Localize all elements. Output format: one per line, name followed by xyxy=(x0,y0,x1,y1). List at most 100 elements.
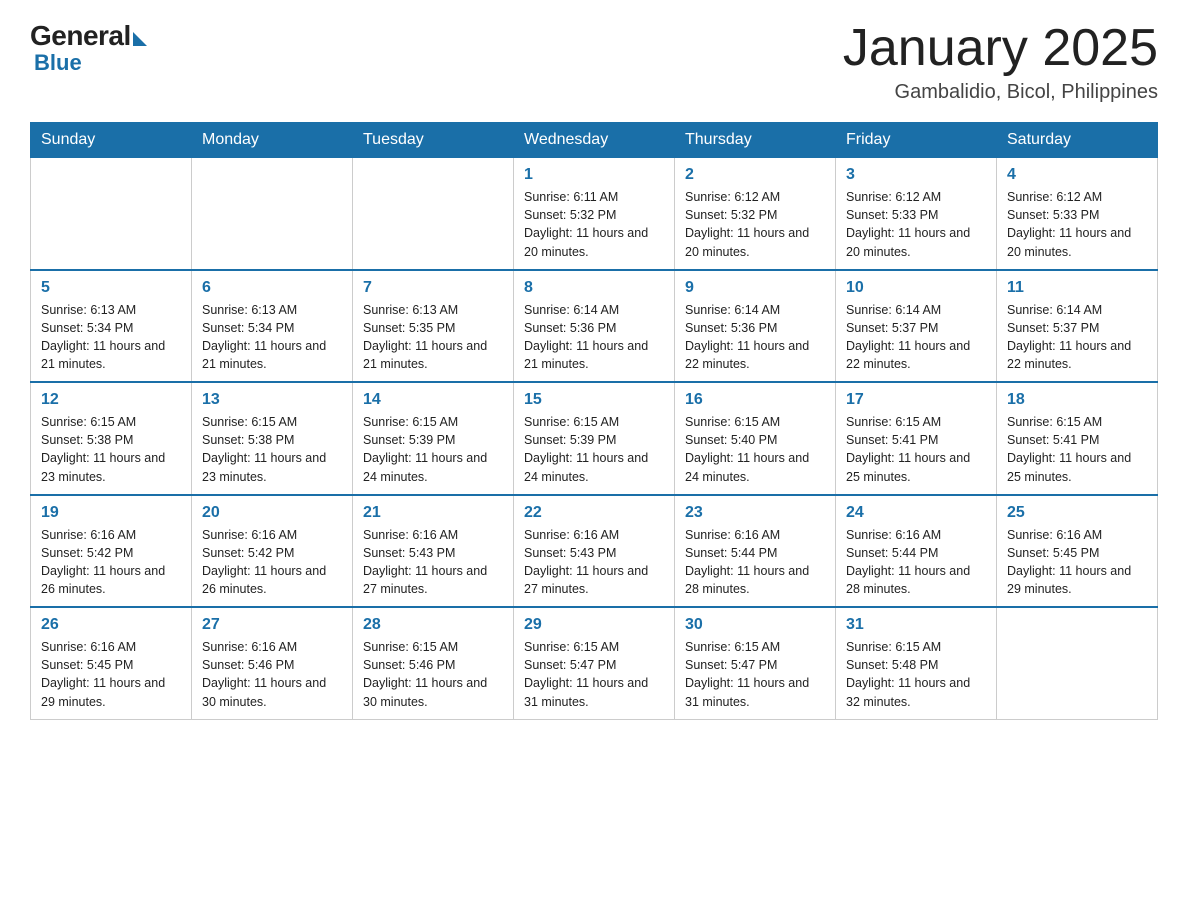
day-number: 8 xyxy=(524,279,664,297)
location: Gambalidio, Bicol, Philippines xyxy=(843,81,1158,104)
day-number: 26 xyxy=(41,616,181,634)
calendar-cell: 23 Sunrise: 6:16 AMSunset: 5:44 PMDayligh… xyxy=(675,495,836,608)
day-info: Sunrise: 6:15 AMSunset: 5:48 PMDaylight:… xyxy=(846,638,986,711)
logo-blue-text: Blue xyxy=(34,50,82,76)
calendar-header-friday: Friday xyxy=(836,123,997,158)
calendar-cell: 2 Sunrise: 6:12 AMSunset: 5:32 PMDaylight… xyxy=(675,158,836,270)
day-info: Sunrise: 6:15 AMSunset: 5:41 PMDaylight:… xyxy=(846,413,986,486)
day-number: 7 xyxy=(363,279,503,297)
day-number: 12 xyxy=(41,391,181,409)
day-info: Sunrise: 6:16 AMSunset: 5:44 PMDaylight:… xyxy=(685,526,825,599)
calendar-table: SundayMondayTuesdayWednesdayThursdayFrid… xyxy=(30,122,1158,720)
calendar-week-row: 1Sunrise: 6:11 AMSunset: 5:32 PMDaylight… xyxy=(31,158,1158,270)
calendar-week-row: 19 Sunrise: 6:16 AMSunset: 5:42 PMDayligh… xyxy=(31,495,1158,608)
day-info: Sunrise: 6:12 AMSunset: 5:33 PMDaylight:… xyxy=(846,188,986,261)
day-number: 9 xyxy=(685,279,825,297)
day-number: 3 xyxy=(846,166,986,184)
logo-triangle-icon xyxy=(133,32,147,46)
day-number: 18 xyxy=(1007,391,1147,409)
day-info: Sunrise: 6:15 AMSunset: 5:38 PMDaylight:… xyxy=(41,413,181,486)
day-number: 20 xyxy=(202,504,342,522)
calendar-cell: 4 Sunrise: 6:12 AMSunset: 5:33 PMDaylight… xyxy=(997,158,1158,270)
calendar-cell xyxy=(31,158,192,270)
day-number: 17 xyxy=(846,391,986,409)
day-info: Sunrise: 6:14 AMSunset: 5:37 PMDaylight:… xyxy=(846,301,986,374)
day-info: Sunrise: 6:13 AMSunset: 5:34 PMDaylight:… xyxy=(41,301,181,374)
calendar-cell: 21 Sunrise: 6:16 AMSunset: 5:43 PMDayligh… xyxy=(353,495,514,608)
day-info: Sunrise: 6:16 AMSunset: 5:42 PMDaylight:… xyxy=(41,526,181,599)
calendar-week-row: 5 Sunrise: 6:13 AMSunset: 5:34 PMDaylight… xyxy=(31,270,1158,383)
day-info: Sunrise: 6:15 AMSunset: 5:41 PMDaylight:… xyxy=(1007,413,1147,486)
day-info: Sunrise: 6:15 AMSunset: 5:40 PMDaylight:… xyxy=(685,413,825,486)
day-number: 4 xyxy=(1007,166,1147,184)
calendar-cell: 24Sunrise: 6:16 AMSunset: 5:44 PMDayligh… xyxy=(836,495,997,608)
day-info: Sunrise: 6:14 AMSunset: 5:36 PMDaylight:… xyxy=(524,301,664,374)
logo: General Blue xyxy=(30,20,147,76)
calendar-cell: 27Sunrise: 6:16 AMSunset: 5:46 PMDayligh… xyxy=(192,607,353,719)
month-title: January 2025 xyxy=(843,20,1158,77)
calendar-cell xyxy=(353,158,514,270)
day-number: 25 xyxy=(1007,504,1147,522)
calendar-cell xyxy=(192,158,353,270)
calendar-cell: 5 Sunrise: 6:13 AMSunset: 5:34 PMDaylight… xyxy=(31,270,192,383)
calendar-cell: 17 Sunrise: 6:15 AMSunset: 5:41 PMDayligh… xyxy=(836,382,997,495)
calendar-cell: 3 Sunrise: 6:12 AMSunset: 5:33 PMDaylight… xyxy=(836,158,997,270)
logo-general-text: General xyxy=(30,20,131,52)
day-number: 28 xyxy=(363,616,503,634)
page-header: General Blue January 2025 Gambalidio, Bi… xyxy=(30,20,1158,104)
day-number: 30 xyxy=(685,616,825,634)
calendar-cell: 28 Sunrise: 6:15 AMSunset: 5:46 PMDayligh… xyxy=(353,607,514,719)
day-info: Sunrise: 6:15 AMSunset: 5:38 PMDaylight:… xyxy=(202,413,342,486)
day-number: 2 xyxy=(685,166,825,184)
day-number: 10 xyxy=(846,279,986,297)
day-number: 23 xyxy=(685,504,825,522)
day-info: Sunrise: 6:15 AMSunset: 5:39 PMDaylight:… xyxy=(524,413,664,486)
day-info: Sunrise: 6:16 AMSunset: 5:45 PMDaylight:… xyxy=(41,638,181,711)
day-number: 22 xyxy=(524,504,664,522)
day-info: Sunrise: 6:15 AMSunset: 5:46 PMDaylight:… xyxy=(363,638,503,711)
calendar-cell: 31 Sunrise: 6:15 AMSunset: 5:48 PMDayligh… xyxy=(836,607,997,719)
calendar-header-tuesday: Tuesday xyxy=(353,123,514,158)
title-section: January 2025 Gambalidio, Bicol, Philippi… xyxy=(843,20,1158,104)
calendar-cell: 20 Sunrise: 6:16 AMSunset: 5:42 PMDayligh… xyxy=(192,495,353,608)
day-info: Sunrise: 6:16 AMSunset: 5:46 PMDaylight:… xyxy=(202,638,342,711)
day-info: Sunrise: 6:13 AMSunset: 5:35 PMDaylight:… xyxy=(363,301,503,374)
calendar-cell: 13Sunrise: 6:15 AMSunset: 5:38 PMDayligh… xyxy=(192,382,353,495)
calendar-week-row: 26 Sunrise: 6:16 AMSunset: 5:45 PMDayligh… xyxy=(31,607,1158,719)
day-info: Sunrise: 6:16 AMSunset: 5:42 PMDaylight:… xyxy=(202,526,342,599)
day-number: 15 xyxy=(524,391,664,409)
day-number: 5 xyxy=(41,279,181,297)
day-info: Sunrise: 6:15 AMSunset: 5:47 PMDaylight:… xyxy=(524,638,664,711)
calendar-header-saturday: Saturday xyxy=(997,123,1158,158)
calendar-header-sunday: Sunday xyxy=(31,123,192,158)
calendar-cell: 11 Sunrise: 6:14 AMSunset: 5:37 PMDayligh… xyxy=(997,270,1158,383)
day-number: 21 xyxy=(363,504,503,522)
day-info: Sunrise: 6:15 AMSunset: 5:47 PMDaylight:… xyxy=(685,638,825,711)
calendar-cell: 14 Sunrise: 6:15 AMSunset: 5:39 PMDayligh… xyxy=(353,382,514,495)
calendar-cell: 10 Sunrise: 6:14 AMSunset: 5:37 PMDayligh… xyxy=(836,270,997,383)
day-number: 19 xyxy=(41,504,181,522)
day-number: 31 xyxy=(846,616,986,634)
day-info: Sunrise: 6:15 AMSunset: 5:39 PMDaylight:… xyxy=(363,413,503,486)
day-info: Sunrise: 6:16 AMSunset: 5:43 PMDaylight:… xyxy=(363,526,503,599)
day-number: 29 xyxy=(524,616,664,634)
calendar-cell: 15 Sunrise: 6:15 AMSunset: 5:39 PMDayligh… xyxy=(514,382,675,495)
calendar-cell: 29 Sunrise: 6:15 AMSunset: 5:47 PMDayligh… xyxy=(514,607,675,719)
day-number: 14 xyxy=(363,391,503,409)
calendar-cell: 16Sunrise: 6:15 AMSunset: 5:40 PMDayligh… xyxy=(675,382,836,495)
calendar-cell: 6Sunrise: 6:13 AMSunset: 5:34 PMDaylight… xyxy=(192,270,353,383)
calendar-cell: 9Sunrise: 6:14 AMSunset: 5:36 PMDaylight… xyxy=(675,270,836,383)
calendar-week-row: 12 Sunrise: 6:15 AMSunset: 5:38 PMDayligh… xyxy=(31,382,1158,495)
calendar-header-row: SundayMondayTuesdayWednesdayThursdayFrid… xyxy=(31,123,1158,158)
day-info: Sunrise: 6:12 AMSunset: 5:33 PMDaylight:… xyxy=(1007,188,1147,261)
calendar-header-thursday: Thursday xyxy=(675,123,836,158)
day-info: Sunrise: 6:16 AMSunset: 5:43 PMDaylight:… xyxy=(524,526,664,599)
day-number: 24 xyxy=(846,504,986,522)
day-info: Sunrise: 6:14 AMSunset: 5:37 PMDaylight:… xyxy=(1007,301,1147,374)
day-info: Sunrise: 6:12 AMSunset: 5:32 PMDaylight:… xyxy=(685,188,825,261)
day-info: Sunrise: 6:16 AMSunset: 5:45 PMDaylight:… xyxy=(1007,526,1147,599)
calendar-cell: 25 Sunrise: 6:16 AMSunset: 5:45 PMDayligh… xyxy=(997,495,1158,608)
calendar-cell: 18 Sunrise: 6:15 AMSunset: 5:41 PMDayligh… xyxy=(997,382,1158,495)
day-number: 11 xyxy=(1007,279,1147,297)
calendar-header-wednesday: Wednesday xyxy=(514,123,675,158)
